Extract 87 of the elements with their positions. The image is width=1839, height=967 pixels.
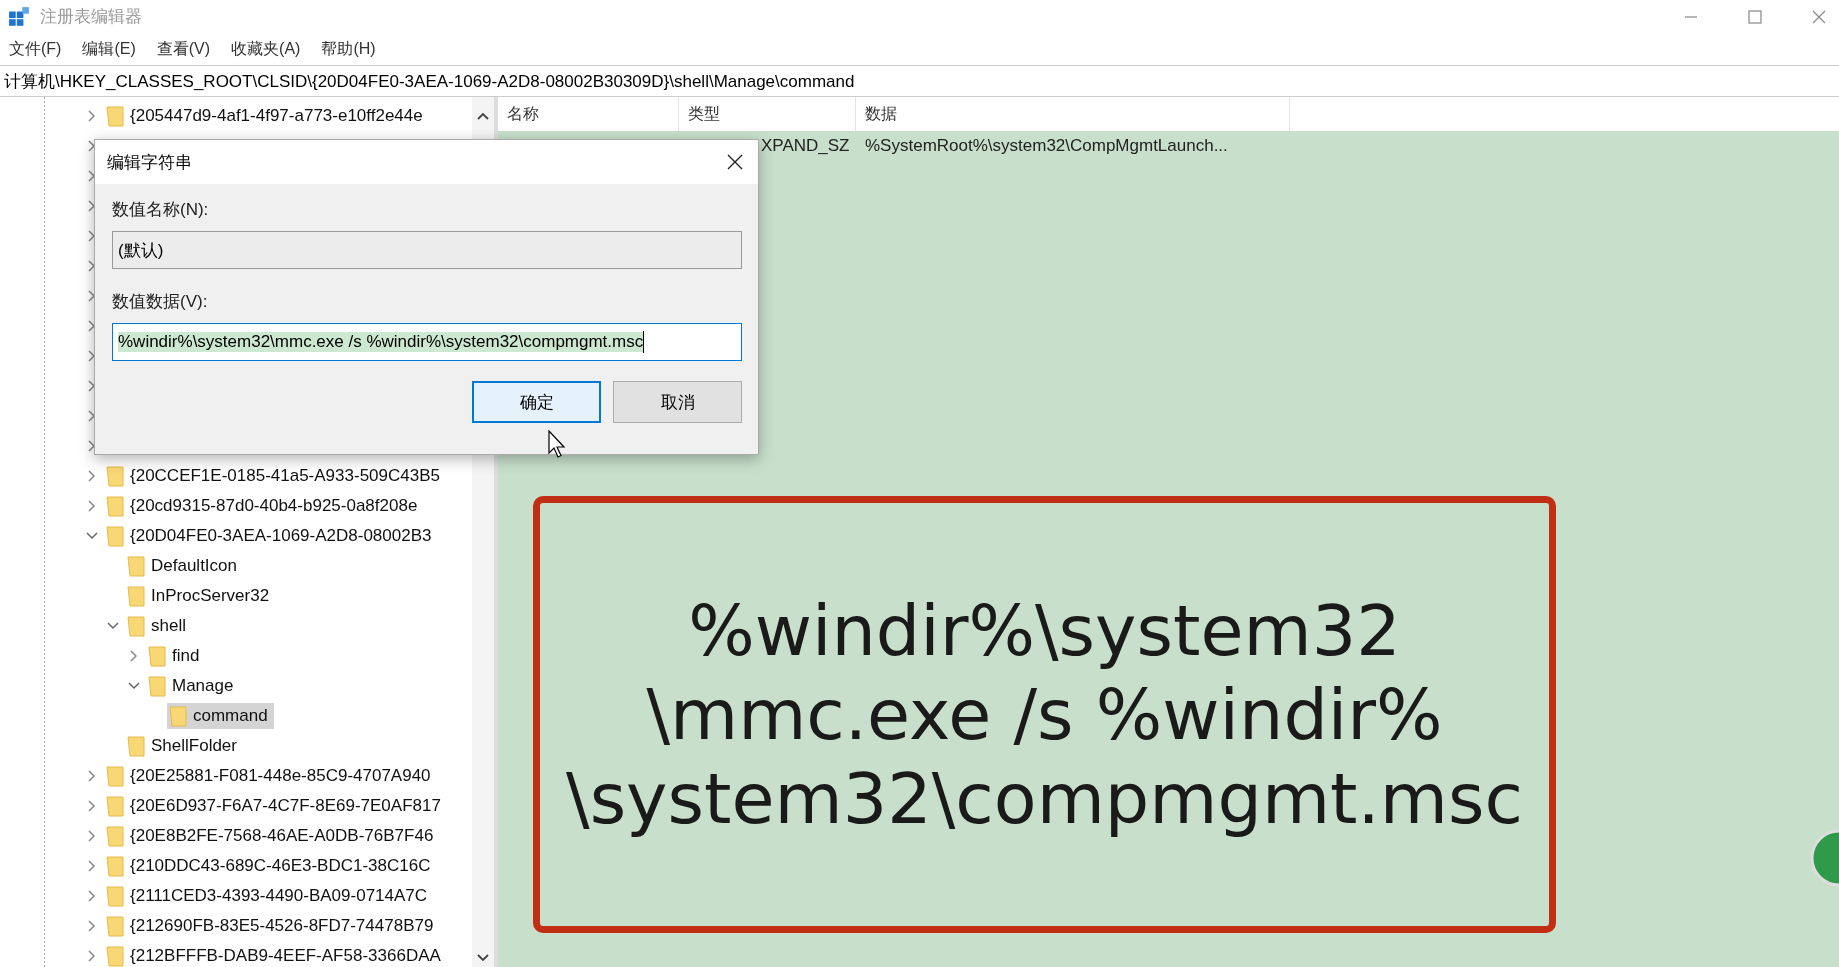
dialog-button[interactable]: 取消: [613, 381, 742, 423]
input-field[interactable]: (默认): [112, 231, 742, 269]
chevron-right-icon[interactable]: [87, 499, 97, 513]
menu-item[interactable]: 帮助(H): [321, 38, 376, 60]
input-field[interactable]: %windir%\system32\mmc.exe /s %windir%\system32\compmgmt.msc: [112, 323, 742, 361]
tree-item[interactable]: {20CCEF1E-0185-41a5-A933-509C43B5: [104, 463, 446, 489]
scroll-up-icon[interactable]: [476, 111, 490, 121]
callout-text: \system32\compmgmt.msc: [566, 756, 1523, 841]
folder-icon: [148, 645, 166, 667]
chevron-right-icon[interactable]: [87, 109, 97, 123]
dialog-title: 编辑字符串: [107, 151, 192, 174]
chevron-right-icon[interactable]: [87, 889, 97, 903]
folder-icon: [148, 675, 166, 697]
chevron-down-icon[interactable]: [85, 531, 99, 541]
tree-item[interactable]: InProcServer32: [125, 583, 276, 609]
chevron-right-icon[interactable]: [87, 169, 97, 183]
folder-icon: [106, 765, 124, 787]
tree-item[interactable]: {20D04FE0-3AEA-1069-A2D8-08002B3: [104, 523, 438, 549]
folder-icon: [106, 885, 124, 907]
callout-text: %windir%\system32: [688, 588, 1401, 673]
folder-icon: [106, 855, 124, 877]
callout-text: \mmc.exe /s %windir%: [646, 672, 1443, 757]
chevron-down-icon[interactable]: [106, 621, 120, 631]
chevron-right-icon[interactable]: [87, 829, 97, 843]
tree-item[interactable]: {20E6D937-F6A7-4C7F-8E69-7E0AF817: [104, 793, 447, 819]
chevron-right-icon[interactable]: [87, 379, 97, 393]
chevron-right-icon[interactable]: [87, 919, 97, 933]
table-cell: XPAND_SZ: [761, 136, 850, 155]
chevron-right-icon[interactable]: [87, 289, 97, 303]
tree-item[interactable]: Manage: [146, 673, 240, 699]
folder-icon: [127, 555, 145, 577]
address-bar[interactable]: 计算机\HKEY_CLASSES_ROOT\CLSID\{20D04FE0-3AEA-1069-A2D8-08002B30309D}\shell\Manage\command: [0, 65, 1839, 97]
chevron-right-icon[interactable]: [87, 469, 97, 483]
chevron-right-icon[interactable]: [87, 439, 97, 453]
chevron-right-icon[interactable]: [87, 319, 97, 333]
tree-item[interactable]: command: [167, 703, 274, 729]
menu-item[interactable]: 编辑(E): [82, 38, 136, 60]
chevron-right-icon[interactable]: [87, 349, 97, 363]
folder-icon: [106, 495, 124, 517]
dialog-button[interactable]: 确定: [472, 381, 601, 423]
tree-item[interactable]: {2111CED3-4393-4490-BA09-0714A7C: [104, 883, 434, 909]
folder-icon: [106, 825, 124, 847]
folder-icon: [127, 735, 145, 757]
round-button-icon[interactable]: [1809, 828, 1839, 888]
scroll-down-icon[interactable]: [476, 953, 490, 963]
close-icon[interactable]: [726, 153, 744, 171]
tree-item[interactable]: {205447d9-4af1-4f97-a773-e10ff2e44e: [104, 103, 429, 129]
folder-icon: [127, 585, 145, 607]
window-title: 注册表编辑器: [40, 6, 142, 28]
tree-item[interactable]: ShellFolder: [125, 733, 243, 759]
tree-item[interactable]: shell: [125, 613, 192, 639]
app-icon: [8, 5, 30, 28]
tree-item[interactable]: {212BFFFB-DAB9-4EEF-AF58-3366DAA: [104, 943, 447, 967]
tree-item[interactable]: {210DDC43-689C-46E3-BDC1-38C16C: [104, 853, 437, 879]
tree-item[interactable]: {20cd9315-87d0-40b4-b925-0a8f208e: [104, 493, 424, 519]
chevron-right-icon[interactable]: [87, 859, 97, 873]
tree-item[interactable]: {212690FB-83E5-4526-8FD7-74478B79: [104, 913, 440, 939]
chevron-right-icon[interactable]: [87, 139, 97, 153]
folder-icon: [106, 795, 124, 817]
menu-item[interactable]: 收藏夹(A): [231, 38, 301, 60]
chevron-right-icon[interactable]: [87, 229, 97, 243]
maximize-icon[interactable]: [1747, 8, 1763, 25]
tree-item[interactable]: find: [146, 643, 206, 669]
tree-item[interactable]: DefaultIcon: [125, 553, 243, 579]
chevron-right-icon[interactable]: [87, 949, 97, 963]
field-label: 数值数据(V):: [112, 291, 208, 313]
folder-icon: [127, 615, 145, 637]
folder-icon: [106, 525, 124, 547]
chevron-right-icon[interactable]: [87, 769, 97, 783]
tree-item[interactable]: {20E8B2FE-7568-46AE-A0DB-76B7F46: [104, 823, 440, 849]
table-cell: %SystemRoot%\system32\CompMgmtLaunch...: [865, 136, 1228, 155]
menu-item[interactable]: 文件(F): [9, 38, 62, 60]
chevron-right-icon[interactable]: [87, 199, 97, 213]
folder-icon: [106, 945, 124, 967]
folder-icon: [169, 705, 187, 727]
chevron-right-icon[interactable]: [129, 649, 139, 663]
chevron-right-icon[interactable]: [87, 799, 97, 813]
folder-icon: [106, 915, 124, 937]
chevron-right-icon[interactable]: [87, 259, 97, 273]
folder-icon: [106, 105, 124, 127]
field-label: 数值名称(N):: [112, 199, 209, 221]
menu-item[interactable]: 查看(V): [156, 38, 211, 60]
chevron-right-icon[interactable]: [87, 409, 97, 423]
chevron-down-icon[interactable]: [127, 681, 141, 691]
folder-icon: [106, 465, 124, 487]
mouse-cursor-icon: [548, 430, 566, 458]
tree-item[interactable]: {20E25881-F081-448e-85C9-4707A940: [104, 763, 437, 789]
